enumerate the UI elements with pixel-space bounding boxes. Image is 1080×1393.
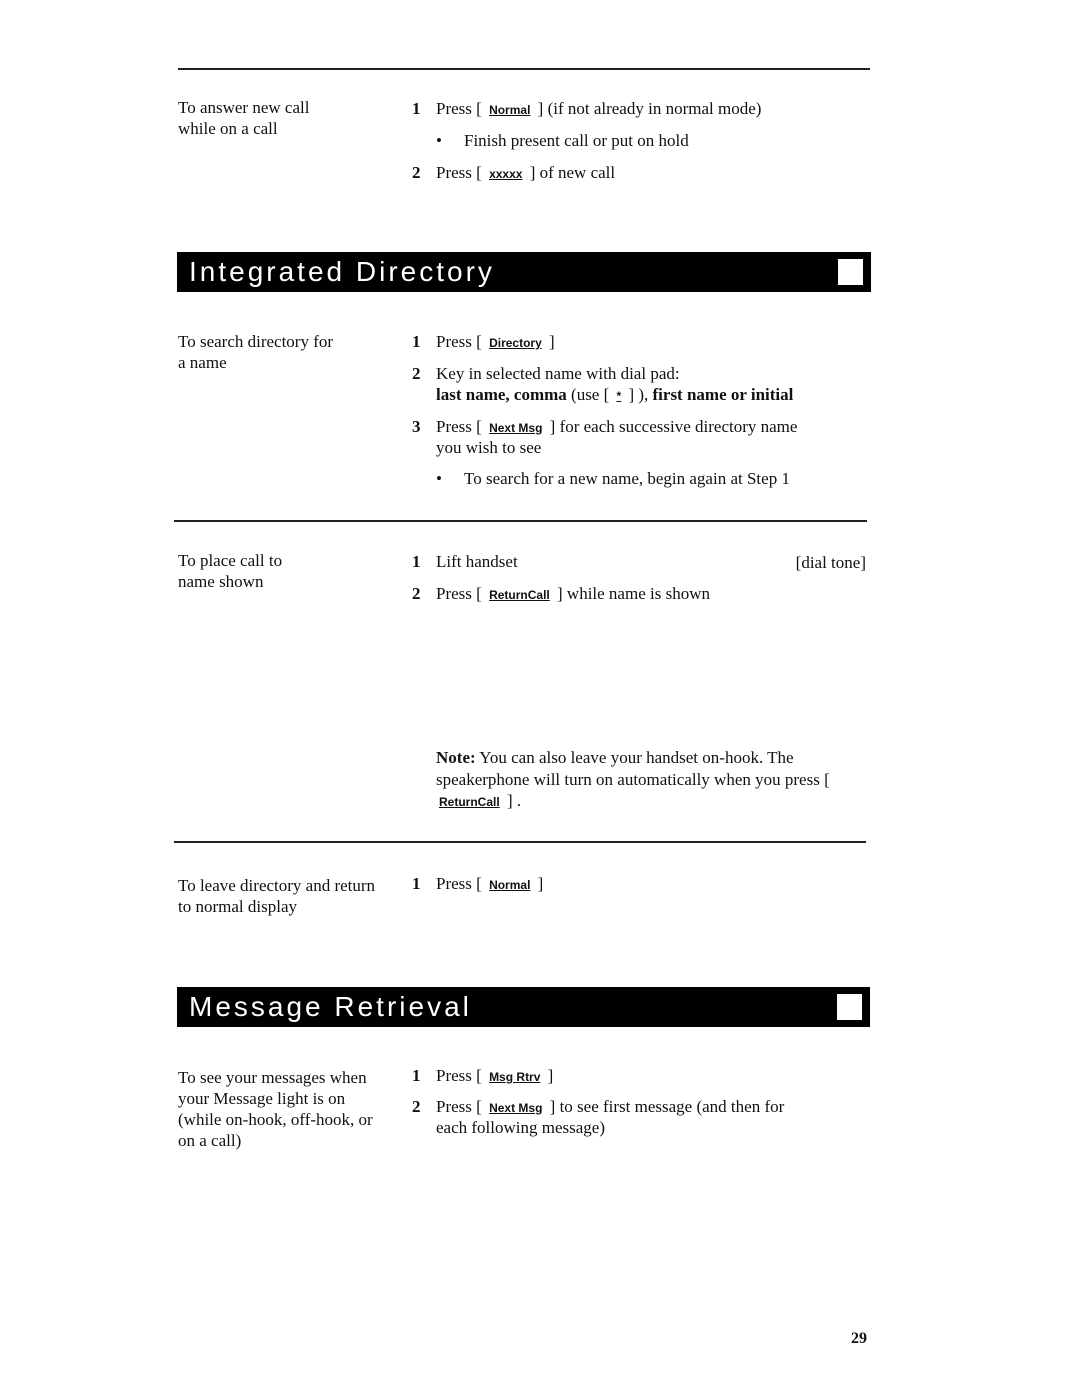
messages-step-2: 2 Press [ Next Msg ] to see first message… (412, 1097, 785, 1116)
answer-step-2: 2 Press [ xxxxx ] of new call (412, 163, 616, 182)
answer-step-1: 1 Press [ Normal ] (if not already in nor… (412, 99, 762, 118)
step-number: 2 (412, 163, 421, 182)
step-number: 2 (412, 1097, 421, 1116)
page-number: 29 (851, 1330, 867, 1347)
step-number: 2 (412, 364, 421, 383)
step-number: 1 (412, 874, 421, 893)
section-title: Message Retrieval (189, 991, 472, 1022)
search-step-2-format: last name, comma (use [ * ] ), first nam… (436, 385, 794, 404)
section-banner-message-retrieval: Message Retrieval (177, 987, 870, 1027)
messages-step-1: 1 Press [ Msg Rtrv ] (412, 1066, 554, 1085)
search-step-1: 1 Press [ Directory ] (412, 332, 555, 351)
task-label-search-directory: To search directory for a name (178, 332, 334, 372)
bullet-icon: • (436, 469, 442, 488)
search-step-3: 3 Press [ Next Msg ] for each successive … (412, 417, 798, 436)
bullet-icon: • (436, 131, 442, 150)
top-divider (178, 68, 870, 70)
key-next-msg: Next Msg (489, 1101, 543, 1115)
step-number: 2 (412, 584, 421, 603)
key-normal: Normal (489, 103, 531, 117)
key-xxxxx: xxxxx (489, 167, 523, 181)
messages-step-2-continued: each following message) (436, 1118, 605, 1137)
section-divider (174, 841, 866, 843)
key-returncall: ReturnCall (439, 795, 500, 809)
key-normal: Normal (489, 878, 531, 892)
step-number: 1 (412, 552, 421, 571)
search-bullet: • To search for a new name, begin again a… (436, 469, 790, 488)
key-directory: Directory (489, 336, 542, 350)
place-call-step-2: 2 Press [ ReturnCall ] while name is show… (412, 584, 710, 603)
task-label-see-messages: To see your messages when your Message l… (178, 1068, 373, 1150)
key-msg-rtrv: Msg Rtrv (489, 1070, 541, 1084)
speakerphone-note: Note: You can also leave your handset on… (436, 748, 830, 810)
step-number: 1 (412, 99, 421, 118)
search-step-2: 2 Key in selected name with dial pad: (412, 364, 680, 383)
section-divider (174, 520, 867, 522)
leave-step-1: 1 Press [ Normal ] (412, 874, 544, 893)
task-label-leave-directory: To leave directory and return to normal … (178, 876, 376, 916)
square-marker-icon (838, 259, 863, 285)
task-label-place-call: To place call to name shown (178, 551, 283, 591)
task-label-answer-new-call: To answer new call while on a call (178, 98, 310, 138)
section-banner-integrated-directory: Integrated Directory (177, 252, 871, 292)
section-title: Integrated Directory (189, 256, 495, 287)
key-star: * (616, 389, 622, 403)
search-step-3-continued: you wish to see (436, 438, 542, 457)
step-number: 1 (412, 332, 421, 351)
answer-bullet: • Finish present call or put on hold (436, 131, 689, 150)
place-call-step-1: 1 Lift handset (412, 552, 518, 571)
step-number: 3 (412, 417, 421, 436)
dial-tone-note: [dial tone] (795, 553, 866, 572)
key-returncall: ReturnCall (489, 588, 550, 602)
square-marker-icon (837, 994, 862, 1020)
step-number: 1 (412, 1066, 421, 1085)
key-next-msg: Next Msg (489, 421, 543, 435)
